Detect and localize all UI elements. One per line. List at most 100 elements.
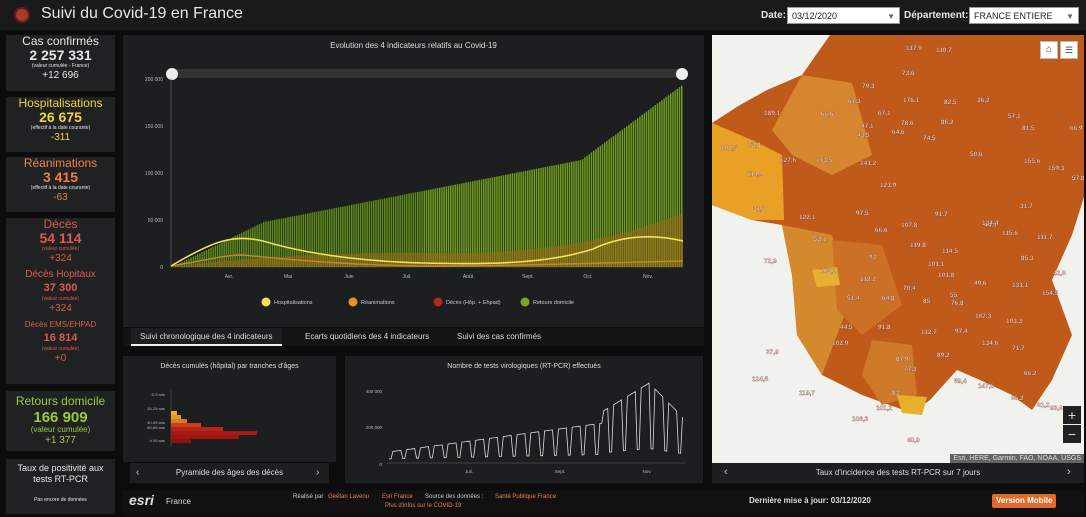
app-title: Suivi du Covid-19 en France <box>41 5 243 22</box>
map-incidence-label: 86,2 <box>941 119 954 126</box>
org-link[interactable]: Esri France <box>382 494 413 500</box>
x-tick-label: Nov. <box>643 274 653 280</box>
tab-bar: Suivi chronologique des 4 indicateurs Ec… <box>123 328 704 346</box>
map-incidence-label: 43,5 <box>857 132 870 139</box>
map-incidence-label: 134,4 <box>982 220 999 227</box>
map-incidence-label: 73,6 <box>902 70 915 77</box>
tab-confirmed-cases[interactable]: Suivi des cas confirmés <box>457 328 541 346</box>
stat-positivity: Taux de positivité aux tests RT-PCR Pas … <box>6 459 115 514</box>
x-tick-label: Sept. <box>555 469 566 474</box>
map-incidence-label: 127,6 <box>780 157 797 164</box>
stat-reanimations: Réanimations 3 415 (effectif à la date c… <box>6 157 115 212</box>
map-incidence-label: 42,8 <box>1053 270 1066 277</box>
map-incidence-label: 154,5 <box>1042 290 1059 297</box>
pyramid-bar <box>171 415 181 419</box>
map-incidence-label: 147,6 <box>978 383 995 390</box>
more-info-link[interactable]: Plus d'infos sur le COVID-19 <box>385 503 461 509</box>
map-incidence-label: 115,6 <box>1002 230 1018 237</box>
legend-swatch-deaths[interactable] <box>433 297 443 307</box>
x-tick-label: Juin <box>344 274 353 280</box>
zoom-out-button[interactable]: − <box>1063 425 1081 443</box>
map-incidence-label: 85,3 <box>1021 255 1034 262</box>
tab-chronological[interactable]: Suivi chronologique des 4 indicateurs <box>131 328 282 346</box>
date-label: Date: <box>761 10 787 21</box>
range-slider-handle-left[interactable] <box>166 68 178 80</box>
stat-value: 16 814 <box>43 332 78 344</box>
range-slider-handle-right[interactable] <box>676 68 688 80</box>
esri-logo: esri <box>129 492 154 508</box>
map-incidence-label: 82,5 <box>944 99 957 106</box>
map-incidence-label: 134,6 <box>982 340 999 347</box>
x-tick-label: Août <box>463 274 474 280</box>
map-incidence-label: 110,7 <box>936 47 952 54</box>
department-select[interactable]: FRANCE ENTIERE ▼ <box>969 7 1079 24</box>
map-incidence-label: 81,2 <box>1037 402 1050 409</box>
x-tick-labels: Avr. Mai Juin Juil. Août Sept. Oct. Nov. <box>225 274 653 280</box>
map-incidence-label: 31,3 <box>753 206 766 213</box>
range-slider-track[interactable] <box>171 69 683 78</box>
y-tick-labels: 200 000 150 000 100 000 50 000 0 <box>145 77 163 271</box>
stat-value: 166 909 <box>33 409 88 426</box>
map-incidence-label: 67,3 <box>848 98 861 105</box>
stat-note: (effectif à la date courante) <box>30 125 91 131</box>
map-incidence-label: 53,1 <box>814 236 827 243</box>
y-tick-label: 200 000 <box>366 425 383 430</box>
author-link[interactable]: Geëtan Lavenu <box>328 494 369 500</box>
map-incidence-label: 70,4 <box>903 285 916 292</box>
pyramid-chart: 0-9 ans 20-29 ans 40-49 ans 60-69 ans ≥ … <box>147 389 257 446</box>
map-incidence-label: 40,9 <box>907 437 920 444</box>
map-incidence-label: 117,9 <box>906 45 922 52</box>
stat-note: Pas encore de données <box>34 497 87 503</box>
map-incidence-label: 119,7 <box>799 390 815 397</box>
map-incidence-label: 114,9 <box>747 171 763 178</box>
stat-note: (valeur cumulée) <box>41 246 80 252</box>
stat-note: (effectif à la date courante) <box>30 185 91 191</box>
tests-chart: 400 000 200 000 0 Juil. Sept. Nov. <box>366 382 685 474</box>
mobile-version-button[interactable]: Version Mobile <box>992 494 1057 508</box>
x-tick-label: Avr. <box>225 274 234 280</box>
pyramid-panel: Décès cumulés (hôpital) par tranches d'â… <box>123 356 336 462</box>
chevron-down-icon: ▼ <box>887 12 895 21</box>
map-incidence-label: 72,9 <box>764 258 777 265</box>
footer: esri France Réalisé par Geëtan Lavenu Es… <box>123 490 1084 514</box>
map-incidence-label: 102,5 <box>721 145 738 152</box>
main-chart-panel: Evolution des 4 indicateurs relatifs au … <box>123 35 704 327</box>
department-value: FRANCE ENTIERE <box>974 11 1053 21</box>
tab-daily-deltas[interactable]: Ecarts quotidiens des 4 indicateurs <box>305 328 429 346</box>
stat-delta: +12 696 <box>42 70 79 81</box>
y-tick-label: 0 <box>160 265 163 271</box>
legend-label: Hospitalisations <box>274 300 313 306</box>
map-incidence-label: 122,1 <box>799 214 816 221</box>
map-incidence-label: 111,7 <box>1037 234 1053 241</box>
pyramid-bar <box>171 435 239 439</box>
department-label: Département: <box>904 10 969 21</box>
map-incidence-label: 76,8 <box>951 300 964 307</box>
source-link[interactable]: Santé Publique France <box>495 494 556 500</box>
chevron-down-icon: ▼ <box>1066 12 1074 21</box>
map-incidence-label: 50,6 <box>970 151 983 158</box>
x-tick-label: Nov. <box>643 469 652 474</box>
stat-title: Décès Hopitaux <box>25 269 96 280</box>
map-incidence-label: 173,5 <box>816 157 833 164</box>
map-incidence-label: 114,5 <box>942 248 958 255</box>
incidence-map[interactable]: 117,9 110,7 73,6 79,3 176,1 67,3 66,6 189,1 67,1… <box>712 35 1084 463</box>
next-arrow-icon[interactable]: › <box>316 467 319 478</box>
stat-title: Retours domicile <box>15 394 106 408</box>
stat-delta: -311 <box>50 132 71 143</box>
date-select[interactable]: 03/12/2020 ▼ <box>787 7 900 24</box>
legend-swatch-reanimations[interactable] <box>348 297 358 307</box>
date-value: 03/12/2020 <box>792 11 838 21</box>
x-tick-label: Sept. <box>522 274 534 280</box>
map-incidence-label: 83 <box>892 390 900 397</box>
esri-france-label: France <box>166 497 191 506</box>
stat-value: 26 675 <box>39 109 82 125</box>
list-icon[interactable]: ☰ <box>1060 41 1078 59</box>
legend-swatch-hospitalisations[interactable] <box>261 297 271 307</box>
home-icon[interactable]: ⌂ <box>1040 41 1058 59</box>
next-arrow-icon[interactable]: › <box>1067 466 1071 478</box>
legend-swatch-home-returns[interactable] <box>520 297 530 307</box>
map-incidence-label: 85 <box>923 298 931 305</box>
map-incidence-label: 87,9 <box>896 356 909 363</box>
zoom-in-button[interactable]: + <box>1063 406 1081 424</box>
map-incidence-label: 64,6 <box>892 129 905 136</box>
